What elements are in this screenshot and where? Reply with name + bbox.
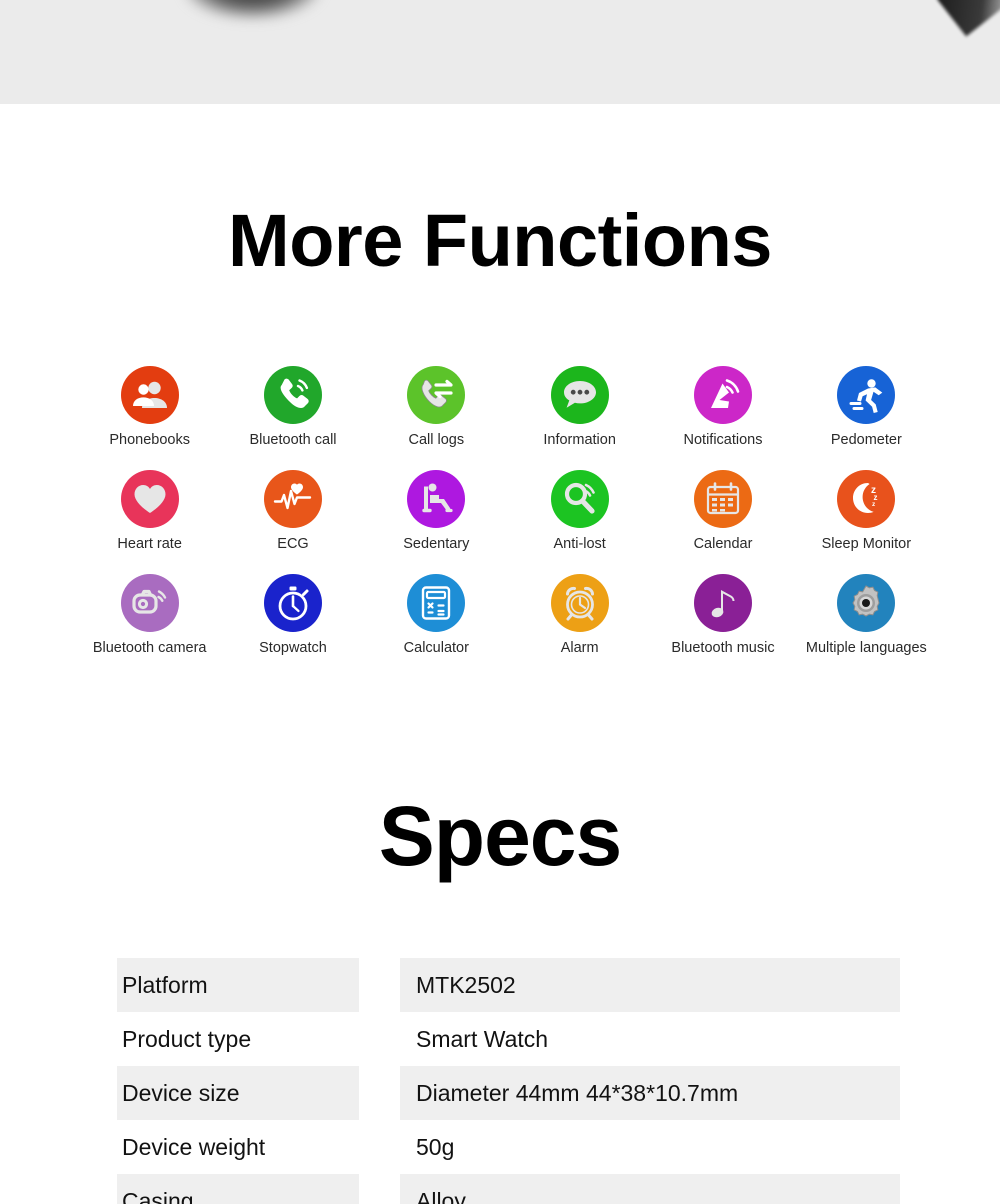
calendar-icon [693,469,752,528]
music-note-icon [693,573,752,632]
function-label: Alarm [560,639,599,656]
function-item[interactable]: Bluetooth camera [78,573,221,657]
function-item[interactable]: Anti-lost [508,469,651,553]
moon-zzz-icon: zzz [837,469,896,528]
function-label: Bluetooth camera [92,639,207,656]
spec-row: Product type Smart Watch [0,1012,1000,1066]
function-item[interactable]: Calendar [651,469,794,553]
spec-row: Platform MTK2502 [0,958,1000,1012]
spec-row: Device weight 50g [0,1120,1000,1174]
function-label: Notifications [683,432,763,448]
function-item[interactable]: Calculator [365,573,508,657]
function-label: Call logs [408,432,465,448]
spec-value: Alloy [400,1174,900,1204]
stopwatch-icon [263,573,322,632]
function-item[interactable]: Notifications [651,366,794,449]
function-label: Information [543,432,616,448]
spec-row: Casing Alloy [0,1174,1000,1204]
more-functions-heading: More Functions [228,199,772,282]
running-person-icon [837,366,896,424]
spec-row: Device size Diameter 44mm 44*38*10.7mm [0,1066,1000,1120]
spec-value: 50g [416,1133,455,1160]
chat-bubble-icon [550,366,609,424]
function-label: Phonebooks [109,432,190,448]
function-item[interactable]: ECG [221,469,364,553]
product-photo-strip [0,0,1000,104]
function-item[interactable]: Bluetooth music [651,573,794,657]
svg-text:z: z [872,501,876,508]
function-label: Pedometer [830,432,902,448]
specs-heading: Specs [378,789,623,883]
function-item[interactable]: Multiple languages [795,573,938,657]
spec-key: Device size [117,1066,359,1120]
product-detail-page: More Functions Specs Phonebooks Bluetooth… [0,0,1000,1204]
function-label: Anti-lost [553,535,606,552]
spec-key: Device weight [122,1133,266,1160]
function-label: Stopwatch [259,639,327,656]
contacts-icon [120,366,179,424]
spec-key: Casing [117,1174,359,1204]
function-item[interactable]: Phonebooks [78,366,221,449]
specs-table: Platform MTK2502 Product type Smart Watch De… [0,958,1000,1204]
function-item[interactable]: Information [508,366,651,449]
function-item[interactable]: Heart rate [78,469,221,553]
function-item[interactable]: Pedometer [795,366,938,449]
function-item[interactable]: z z z Sleep Monitor [795,469,938,553]
function-item[interactable]: Bluetooth call [221,366,364,449]
spec-key: Product type [122,1025,252,1052]
gear-icon [837,573,896,632]
function-label: Bluetooth music [671,639,775,656]
camera-signal-icon [120,573,179,632]
spec-value: Smart Watch [416,1025,549,1052]
function-item[interactable]: Stopwatch [221,573,364,657]
function-label: Sedentary [403,535,470,552]
function-label: Multiple languages [805,639,927,656]
satellite-dish-icon [693,366,752,424]
function-label: Calendar [693,535,753,552]
watch-shadow-blob [185,0,320,18]
ecg-waveform-icon [263,469,322,528]
function-label: Heart rate [117,535,182,552]
phone-call-icon [263,366,322,424]
spec-value: MTK2502 [400,958,900,1012]
function-label: Bluetooth call [249,432,337,448]
call-logs-icon [407,366,466,424]
heart-icon [120,469,179,528]
function-label: Calculator [403,639,469,656]
sitting-person-icon [407,469,466,528]
function-label: ECG [277,535,309,552]
spec-key: Platform [117,958,359,1012]
spec-value: Diameter 44mm 44*38*10.7mm [400,1066,900,1120]
calculator-icon [407,573,466,632]
function-item[interactable]: Sedentary [365,469,508,553]
function-item[interactable]: Call logs [365,366,508,449]
function-label: Sleep Monitor [821,535,912,552]
watch-strap-edge [936,0,1000,37]
magnifier-signal-icon [550,469,609,528]
alarm-clock-icon [550,573,609,632]
functions-grid: Phonebooks Bluetooth call Call logs Informa… [78,366,938,657]
function-item[interactable]: Alarm [508,573,651,657]
